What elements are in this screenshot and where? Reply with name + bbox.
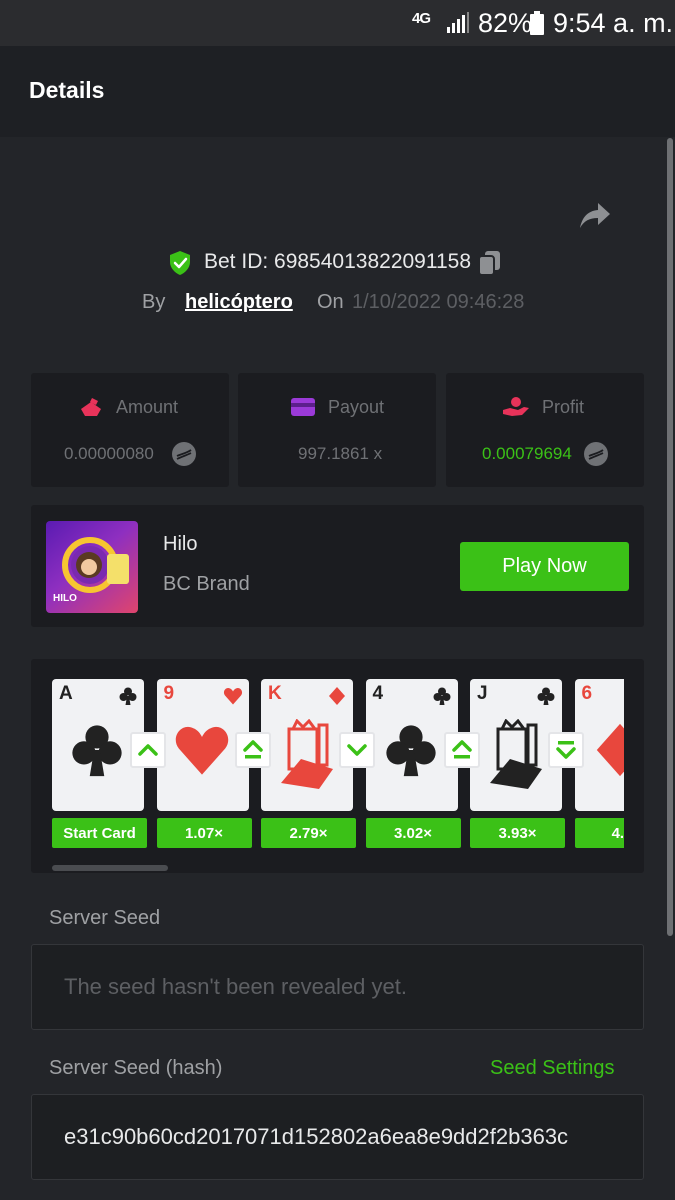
bet-id: Bet ID: 69854013822091158: [204, 250, 472, 273]
bet-id-row: Bet ID: 69854013822091158: [0, 246, 675, 280]
card-multiplier: 3.02×: [365, 818, 461, 848]
card-rank: K: [268, 683, 282, 704]
clubs-suit-icon: [536, 686, 556, 711]
profit-value: 0.00079694: [482, 444, 572, 463]
server-seed-label: Server Seed: [49, 907, 161, 929]
payout-card-icon: [290, 396, 316, 423]
profit-hand-icon: [502, 396, 530, 423]
server-seed-hash-label: Server Seed (hash): [49, 1057, 223, 1079]
card-rank: 9: [163, 683, 175, 704]
game-thumbnail[interactable]: HILO: [46, 521, 138, 613]
battery-icon: [529, 11, 545, 40]
card-multiplier: 4.6: [574, 818, 624, 848]
on-label: On: [317, 291, 344, 313]
status-bar: 4G 82% 9:54 a. m.: [0, 0, 675, 46]
bet-date: 1/10/2022 09:46:28: [352, 291, 525, 313]
higher-or-same-guess-icon: [234, 732, 271, 768]
higher-guess-icon: [130, 732, 166, 768]
verified-shield-icon: [168, 250, 192, 281]
game-name: Hilo: [163, 533, 198, 555]
card-rank: J: [477, 683, 488, 704]
amount-value: 0.00000080: [64, 444, 154, 463]
details-header: Details: [0, 46, 675, 137]
face-card-art: [275, 718, 339, 796]
card-multiplier: 2.79×: [261, 818, 356, 848]
username-link[interactable]: helicóptero: [185, 291, 293, 314]
payout-value: 997.1861 x: [298, 444, 383, 463]
battery-percent: 82%: [478, 8, 533, 38]
clock: 9:54 a. m.: [553, 8, 674, 38]
game-brand: BC Brand: [163, 573, 250, 595]
profit-stat: Profit 0.00079694: [446, 373, 644, 487]
page-title: Details: [29, 77, 105, 103]
clubs-suit-icon: [118, 686, 138, 711]
thumbnail-label: HILO: [53, 593, 77, 604]
higher-or-same-guess-icon: [443, 732, 480, 768]
card-rank: 4: [372, 683, 384, 704]
diamonds-suit-icon: [327, 686, 347, 711]
card-rank: 6: [581, 683, 593, 704]
payout-label: Payout: [328, 397, 385, 417]
amount-stat: Amount 0.00000080: [31, 373, 229, 487]
payout-stat: Payout 997.1861 x: [238, 373, 436, 487]
copy-icon[interactable]: [477, 249, 503, 282]
clubs-suit-icon: [432, 686, 452, 711]
hearts-suit-icon: [173, 721, 231, 784]
card-rank: A: [59, 683, 73, 704]
amount-icon: [79, 396, 105, 423]
server-seed-field: The seed hasn't been revealed yet.: [31, 944, 644, 1030]
lower-guess-icon: [339, 732, 375, 768]
network-indicator: 4G: [412, 10, 431, 27]
by-label: By: [142, 291, 166, 313]
coin-icon: [171, 441, 197, 472]
profit-label: Profit: [542, 397, 585, 417]
card-multiplier: Start Card: [52, 818, 147, 848]
card-multiplier: 3.93×: [470, 818, 565, 848]
hearts-suit-icon: [223, 686, 243, 711]
coin-icon: [583, 441, 609, 472]
horizontal-scrollbar[interactable]: [52, 865, 168, 871]
server-seed-hash-value: e31c90b60cd2017071d152802a6ea8e9dd2f2b36…: [64, 1124, 569, 1149]
signal-icon: [446, 12, 470, 39]
play-now-button[interactable]: Play Now: [460, 542, 629, 591]
clubs-suit-icon: [382, 721, 440, 784]
face-card-art: [484, 718, 548, 796]
cards-history-panel: A Start Card 9 1.07× K 2.79× 4 3.02× J 3.93× 6 4.6: [31, 659, 644, 873]
lower-or-same-guess-icon: [548, 732, 584, 768]
cards-strip[interactable]: A Start Card 9 1.07× K 2.79× 4 3.02× J 3.93× 6 4.6: [52, 679, 624, 851]
card-multiplier: 1.07×: [156, 818, 252, 848]
game-card: HILO Hilo BC Brand Play Now: [31, 505, 644, 627]
bet-meta-row: By helicóptero On 1/10/2022 09:46:28: [0, 288, 675, 318]
seed-settings-link[interactable]: Seed Settings: [490, 1057, 615, 1080]
server-seed-hash-field[interactable]: e31c90b60cd2017071d152802a6ea8e9dd2f2b36…: [31, 1094, 644, 1180]
server-seed-value: The seed hasn't been revealed yet.: [64, 974, 407, 999]
share-icon[interactable]: [578, 200, 612, 235]
clubs-suit-icon: [68, 721, 126, 784]
diamonds-suit-icon: [591, 721, 624, 784]
amount-label: Amount: [116, 397, 179, 417]
